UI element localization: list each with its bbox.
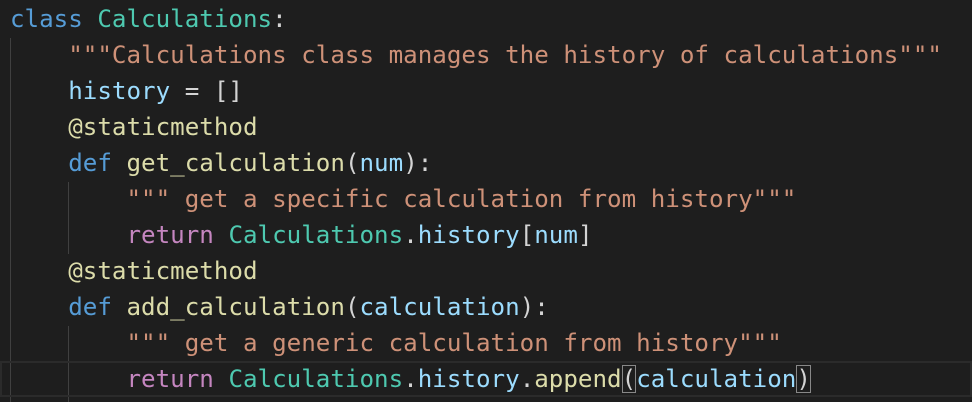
keyword-def: def — [68, 149, 112, 177]
keyword-class: class — [10, 5, 83, 33]
code-line-11-current[interactable]: return Calculations.history.append(calcu… — [0, 361, 972, 397]
code-line-4[interactable]: @staticmethod — [10, 109, 258, 145]
argument: calculation — [636, 365, 797, 393]
history-attribute: history — [68, 77, 171, 105]
class-reference: Calculations — [228, 365, 404, 393]
parameter: calculation — [359, 293, 520, 321]
matched-bracket: ) — [796, 365, 811, 393]
matched-bracket: ( — [621, 365, 637, 393]
code-line-2[interactable]: """Calculations class manages the histor… — [10, 37, 942, 73]
code-line-8[interactable]: @staticmethod — [10, 253, 258, 289]
class-docstring: """Calculations class manages the histor… — [68, 41, 942, 69]
parameter: num — [534, 221, 578, 249]
code-line-6[interactable]: """ get a specific calculation from hist… — [10, 181, 797, 217]
code-line-5[interactable]: def get_calculation(num): — [10, 145, 432, 181]
decorator: @staticmethod — [68, 113, 258, 141]
code-line-9[interactable]: def add_calculation(calculation): — [10, 289, 549, 325]
function-name: add_calculation — [126, 293, 345, 321]
code-line-3[interactable]: history = [] — [10, 73, 243, 109]
code-line-10[interactable]: """ get a generic calculation from histo… — [10, 325, 782, 361]
method-docstring: """ get a generic calculation from histo… — [126, 329, 782, 357]
code-line-7[interactable]: return Calculations.history[num] — [10, 217, 593, 253]
parameter: num — [359, 149, 404, 177]
code-editor[interactable]: class Calculations: """Calculations clas… — [0, 0, 972, 402]
history-reference: history — [417, 221, 520, 249]
class-reference: Calculations — [228, 221, 404, 249]
method-call: append — [534, 365, 622, 393]
keyword-return: return — [126, 221, 214, 249]
history-reference: history — [417, 365, 520, 393]
keyword-def: def — [68, 293, 112, 321]
keyword-return: return — [126, 365, 214, 393]
decorator: @staticmethod — [68, 257, 258, 285]
function-name: get_calculation — [126, 149, 345, 177]
class-name: Calculations — [97, 5, 273, 33]
code-line-1[interactable]: class Calculations: — [10, 1, 287, 37]
method-docstring: """ get a specific calculation from hist… — [126, 185, 797, 213]
